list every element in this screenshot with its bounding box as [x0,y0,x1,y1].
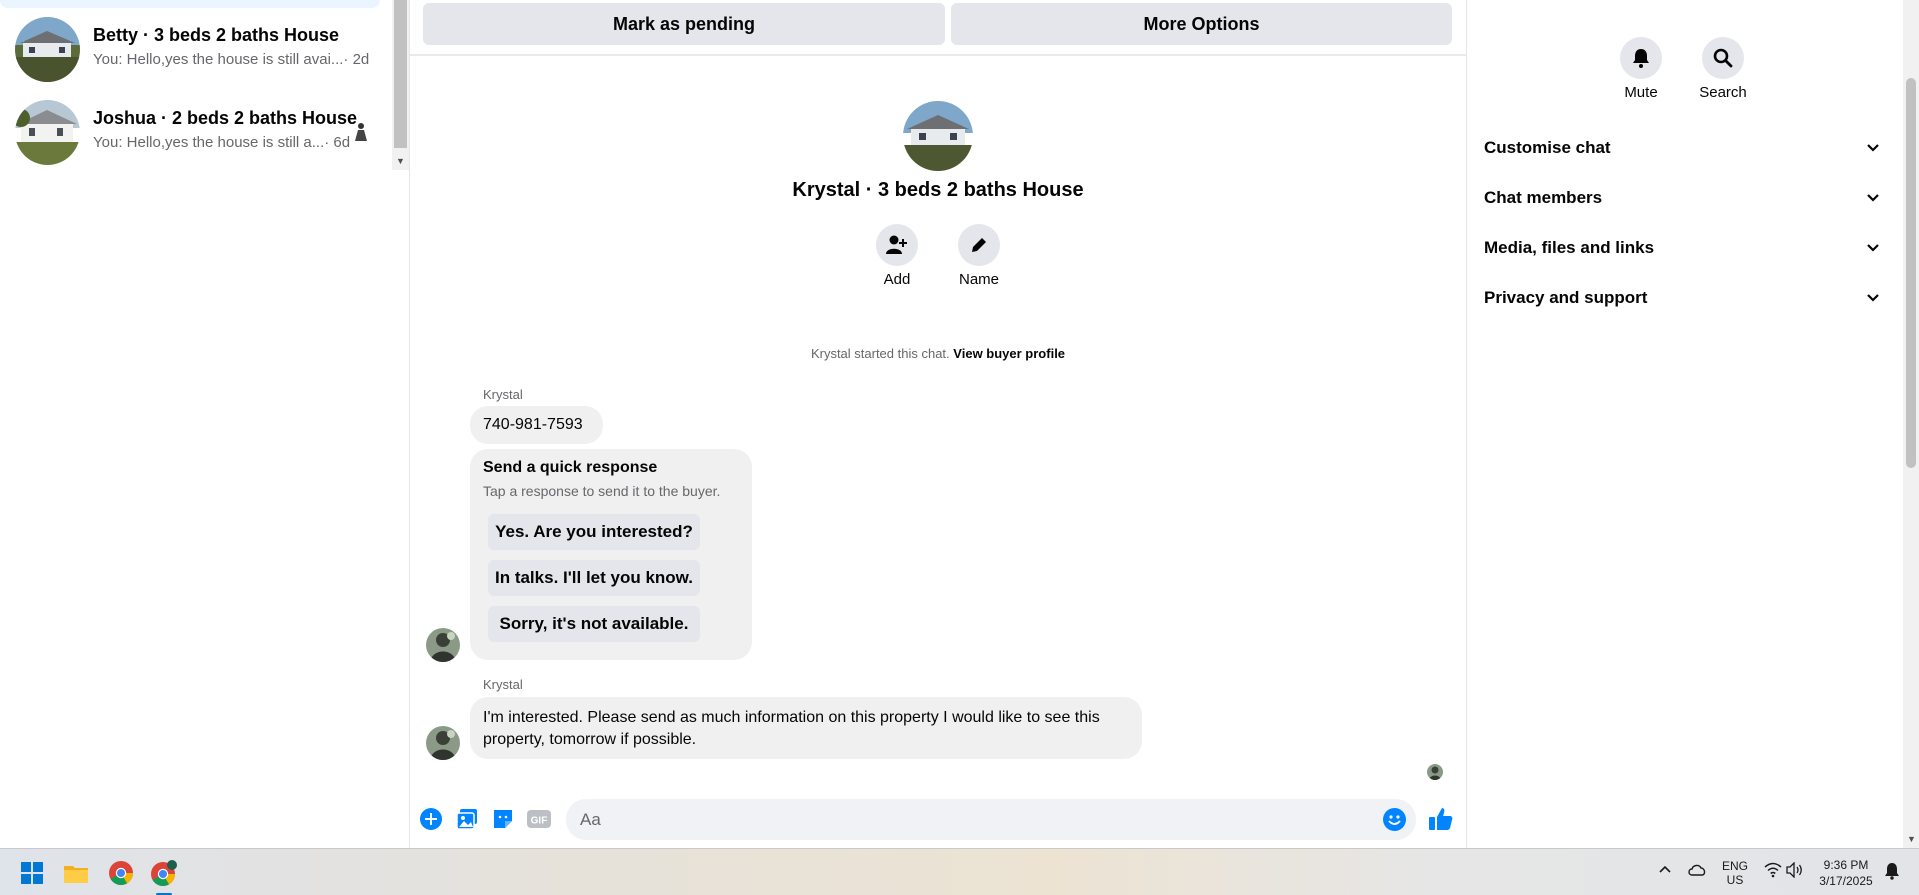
preview-text: You: Hello,yes the house is still avai..… [93,51,344,68]
sticker-icon[interactable] [490,806,516,832]
conversation-list: Betty · 3 beds 2 baths House You: Hello,… [0,0,392,848]
message-input[interactable] [580,799,1340,840]
selected-conversation-highlight [0,0,380,8]
customise-chat-section[interactable]: Customise chat [1484,128,1889,168]
chat-started-notice: Krystal started this chat. View buyer pr… [410,346,1466,361]
clock[interactable]: 9:36 PM 3/17/2025 [1812,857,1880,889]
messenger-window: Betty · 3 beds 2 baths House You: Hello,… [0,0,1919,895]
read-receipt-avatar-icon [352,122,370,147]
wifi-icon[interactable] [1764,862,1782,883]
view-buyer-profile-link[interactable]: View buyer profile [953,346,1065,361]
chat-title: Krystal · 3 beds 2 baths House [792,179,1084,201]
region-code: US [1726,873,1744,887]
add-label: Add [883,271,911,288]
search-button[interactable] [1702,37,1744,79]
divider [410,54,1466,56]
conversation-item-joshua[interactable]: Joshua · 2 beds 2 baths House You: Hello… [0,90,380,172]
mute-button[interactable] [1620,37,1662,79]
scrollbar-thumb[interactable] [394,0,407,148]
more-options-button[interactable]: More Options [951,3,1452,45]
message-text: 740-981-7593 [483,416,583,433]
conversation-title: Joshua · 2 beds 2 baths House [93,108,358,128]
language-code: ENG [1721,859,1748,873]
conversation-preview: You: Hello,yes the house is still avai..… [93,51,369,68]
conversation-list-scrollbar[interactable]: ▼ [392,0,409,170]
section-label: Media, files and links [1484,238,1655,257]
privacy-support-section[interactable]: Privacy and support [1484,278,1889,318]
add-attachment-icon[interactable] [418,806,444,832]
pencil-icon [972,238,986,252]
add-person-icon [886,235,907,254]
chrome-icon[interactable] [106,858,136,888]
message-sender: Krystal [483,387,523,402]
language-indicator[interactable]: ENG US [1718,859,1752,887]
chat-avatar [903,101,973,171]
gif-icon[interactable]: GIF [526,806,552,832]
quick-response-subtitle: Tap a response to send it to the buyer. [483,483,721,499]
preview-time: · 6d [324,134,351,151]
quick-response-yes-button[interactable]: Yes. Are you interested? [488,514,700,550]
svg-text:GIF: GIF [531,816,548,827]
onedrive-cloud-icon[interactable] [1687,862,1707,883]
sender-avatar [426,628,460,662]
preview-time: · 2d [343,51,370,68]
search-label: Search [1699,84,1747,101]
quick-response-not-available-button[interactable]: Sorry, it's not available. [488,606,700,642]
scrollbar-thumb[interactable] [1906,78,1916,468]
quick-response-in-talks-button[interactable]: In talks. I'll let you know. [488,560,700,596]
add-person-button[interactable] [876,224,918,266]
volume-icon[interactable] [1786,861,1804,883]
media-files-links-section[interactable]: Media, files and links [1484,228,1889,268]
page-scrollbar[interactable]: ▼ [1903,0,1919,848]
section-label: Privacy and support [1484,288,1648,307]
clock-date: 3/17/2025 [1819,874,1873,888]
chevron-down-icon [1867,144,1879,152]
scroll-down-arrow-icon[interactable]: ▼ [396,156,405,166]
file-explorer-icon[interactable] [61,858,91,888]
bell-icon [1633,49,1649,68]
emoji-icon[interactable] [1382,807,1407,837]
sender-avatar [426,726,460,760]
name-label: Name [958,271,999,288]
section-label: Chat members [1484,188,1603,207]
chat-pane: Mark as pending More Options Krystal · 3… [410,0,1466,848]
conversation-thumbnail [15,100,80,165]
search-icon [1713,48,1733,68]
show-hidden-icons-chevron-icon[interactable] [1658,863,1672,882]
section-label: Customise chat [1484,138,1611,157]
scroll-down-arrow-icon[interactable]: ▼ [1907,834,1916,844]
chat-members-section[interactable]: Chat members [1484,178,1889,218]
edit-name-button[interactable] [958,224,1000,266]
chat-details-panel: Mute Search Customise chat Chat members … [1468,0,1902,848]
mark-as-pending-button[interactable]: Mark as pending [423,3,945,45]
quick-response-title: Send a quick response [483,459,658,476]
message-sender: Krystal [483,677,523,692]
notification-bell-icon[interactable] [1884,862,1900,885]
seen-receipt-avatar [1427,764,1443,780]
preview-text: You: Hello,yes the house is still a... [93,134,325,151]
chat-started-text: Krystal started this chat. [810,346,950,361]
like-thumbs-up-icon[interactable] [1428,806,1454,837]
photo-icon[interactable] [454,806,480,832]
conversation-title: Betty · 3 beds 2 baths House [93,25,340,45]
chevron-down-icon [1867,244,1879,252]
message-text: I'm interested. Please send as much info… [483,709,1100,748]
divider [1466,0,1467,848]
clipped-header [1618,0,1678,2]
chrome-profile-icon[interactable] [149,858,179,888]
chevron-down-icon [1867,194,1879,202]
message-bubble: I'm interested. Please send as much info… [470,697,1142,759]
quick-response-card: Send a quick response Tap a response to … [470,449,752,660]
message-composer[interactable] [566,799,1416,840]
clock-time: 9:36 PM [1823,858,1869,872]
mute-label: Mute [1624,84,1658,101]
conversation-thumbnail [15,17,80,82]
windows-taskbar: ENG US 9:36 PM 3/17/2025 [0,848,1919,895]
chevron-down-icon [1867,294,1879,302]
windows-start-icon[interactable] [17,858,47,888]
conversation-preview: You: Hello,yes the house is still a...· … [93,134,350,151]
conversation-item-betty[interactable]: Betty · 3 beds 2 baths House You: Hello,… [0,8,380,90]
message-bubble: 740-981-7593 [470,406,603,444]
